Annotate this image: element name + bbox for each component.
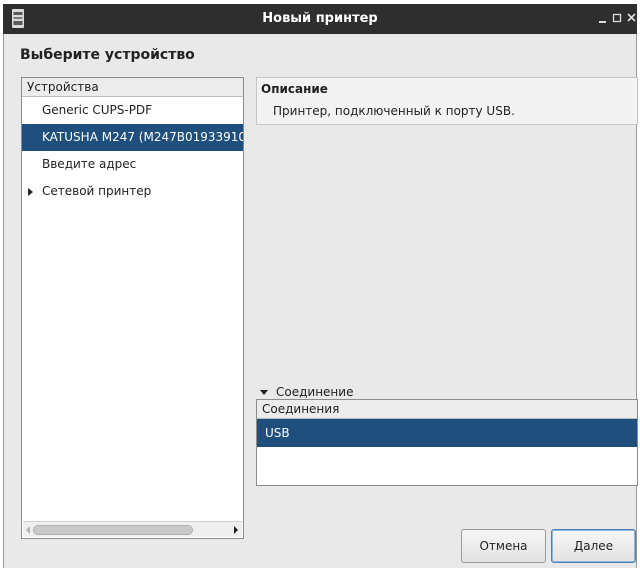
description-title: Описание (261, 82, 328, 96)
page-title: Выберите устройство (20, 47, 195, 63)
new-printer-dialog: Выберите устройство Устройства Generic C… (3, 34, 638, 568)
device-item-label: Сетевой принтер (42, 184, 152, 198)
scroll-left-arrow-icon[interactable] (26, 526, 30, 534)
connections-column-header[interactable]: Соединения (257, 400, 637, 419)
device-item-katusha-m247[interactable]: KATUSHA M247 (M247B019339103 (22, 124, 243, 151)
connection-expander-label: Соединение (276, 385, 354, 399)
scrollbar-thumb[interactable] (33, 525, 193, 535)
device-item-enter-address[interactable]: Введите адрес (22, 151, 243, 178)
collapse-triangle-icon (260, 390, 268, 395)
next-button[interactable]: Далее (551, 529, 636, 563)
description-text: Принтер, подключенный к порту USB. (273, 104, 515, 118)
close-icon[interactable] (624, 10, 640, 26)
expand-arrow-icon[interactable] (28, 188, 33, 196)
connection-item-usb[interactable]: USB (257, 419, 637, 447)
connection-item-label: USB (265, 426, 290, 440)
window-title: Новый принтер (262, 11, 378, 26)
connections-list[interactable]: Соединения USB (256, 399, 638, 486)
devices-list[interactable]: Устройства Generic CUPS-PDF KATUSHA M247… (21, 77, 244, 539)
device-item-label: Введите адрес (42, 157, 137, 171)
description-panel: Описание Принтер, подключенный к порту U… (256, 77, 638, 125)
device-item-label: KATUSHA M247 (M247B019339103 (42, 130, 243, 144)
devices-column-header[interactable]: Устройства (22, 78, 243, 97)
device-item-network-printer[interactable]: Сетевой принтер (22, 178, 243, 205)
connection-expander[interactable]: Соединение (260, 385, 353, 399)
scroll-right-arrow-icon[interactable] (234, 526, 238, 534)
device-item-label: Generic CUPS-PDF (42, 103, 153, 117)
device-item-generic-cups-pdf[interactable]: Generic CUPS-PDF (22, 97, 243, 124)
cancel-button[interactable]: Отмена (461, 529, 546, 563)
window-titlebar: Новый принтер (3, 4, 637, 34)
horizontal-scrollbar[interactable] (23, 521, 242, 537)
